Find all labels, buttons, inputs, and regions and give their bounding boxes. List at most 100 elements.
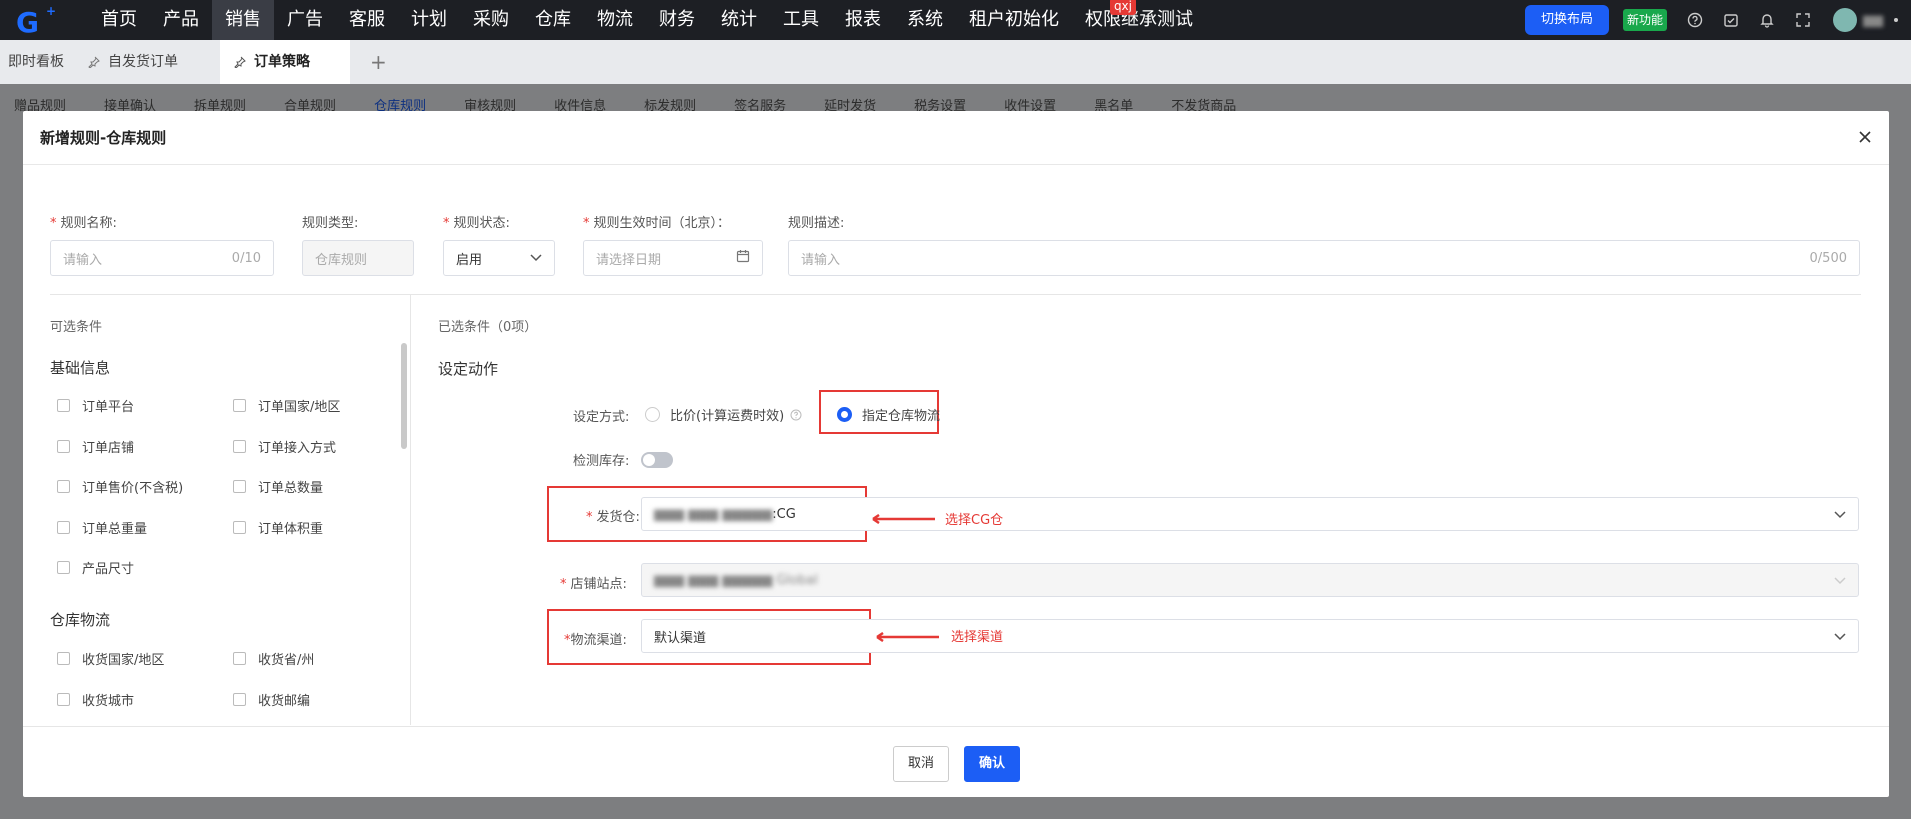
main-menu: 首页 产品 销售 广告 客服 计划 采购 仓库 物流 财务 统计 工具 报表 系统 租户初始化 权限继承测试 q…	[88, 0, 1206, 40]
rule-type-value: 仓库规则	[315, 252, 368, 268]
rule-type-input: 仓库规则	[302, 240, 414, 276]
left-panel-scrollbar[interactable]	[401, 343, 407, 449]
rule-time-label: * 规则生效时间（北京）：	[583, 216, 731, 231]
condition-checkbox[interactable]: 订单总数量	[233, 477, 323, 496]
condition-checkbox[interactable]: 订单售价(不含税)	[57, 477, 183, 496]
condition-checkbox[interactable]: 产品尺寸	[57, 558, 134, 577]
menu-item[interactable]: 系统	[894, 0, 956, 40]
checkbox-box[interactable]	[57, 399, 70, 412]
checkbox-box[interactable]	[233, 520, 246, 534]
condition-checkbox[interactable]: 订单国家/地区	[233, 396, 340, 415]
checkbox-box[interactable]	[233, 652, 246, 665]
condition-checkbox[interactable]: 收货城市	[57, 690, 134, 709]
rule-name-counter: 0/10	[231, 250, 261, 266]
fullscreen-icon[interactable]	[1794, 11, 1812, 29]
user-avatar[interactable]	[1833, 8, 1857, 32]
mode-option-compare[interactable]: 比价(计算运费时效)	[645, 405, 802, 424]
tab-label: 自发货订单	[108, 54, 178, 70]
condition-checkbox[interactable]: 收货省/州	[233, 649, 314, 668]
warehouse-label: * 发货仓:	[586, 510, 640, 525]
menu-item[interactable]: 租户初始化	[956, 0, 1072, 40]
checkbox-box[interactable]	[57, 520, 70, 534]
condition-checkbox[interactable]: 订单总重量	[57, 518, 147, 537]
rule-desc-input[interactable]: 请输入 0/500	[788, 240, 1860, 276]
add-tab-button[interactable]: +	[350, 40, 407, 84]
arrow-left-icon	[876, 632, 939, 642]
condition-checkbox[interactable]: 订单体积重	[233, 518, 323, 537]
chevron-down-icon	[1834, 508, 1846, 523]
menu-item[interactable]: 产品	[150, 0, 212, 40]
rule-name-input[interactable]: 请输入 0/10	[50, 240, 274, 276]
pin-icon[interactable]	[88, 56, 100, 68]
mode-option-specify[interactable]: 指定仓库物流	[837, 405, 940, 424]
tab-label: 订单策略	[254, 54, 310, 70]
tab-order-strategy[interactable]: 订单策略	[220, 40, 350, 84]
logo-letter: G	[16, 6, 39, 39]
task-check-icon[interactable]	[1722, 11, 1740, 29]
menu-item[interactable]: 物流	[584, 0, 646, 40]
user-name[interactable]: ▆▆	[1863, 13, 1883, 28]
menu-item[interactable]: 报表	[832, 0, 894, 40]
menu-item[interactable]: 广告	[274, 0, 336, 40]
app-logo[interactable]: G +	[12, 0, 68, 40]
tab-dashboard[interactable]: 即时看板	[0, 40, 78, 84]
rule-status-value: 启用	[456, 252, 483, 268]
condition-label: 收货城市	[82, 693, 135, 709]
help-circle-icon[interactable]	[1686, 11, 1704, 29]
rule-name-placeholder: 请输入	[63, 252, 103, 268]
rule-status-label: * 规则状态:	[443, 216, 510, 231]
condition-checkbox[interactable]: 订单店铺	[57, 437, 134, 456]
menu-item[interactable]: 仓库	[522, 0, 584, 40]
checkbox-box[interactable]	[57, 439, 70, 453]
rule-status-select[interactable]: 启用	[443, 240, 555, 276]
menu-item[interactable]: 工具	[770, 0, 832, 40]
checkbox-box[interactable]	[233, 439, 246, 453]
warehouse-select[interactable]: ▆▆▆ ▆▆▆ ▆▆▆▆▆ :CG	[641, 497, 1859, 531]
checkbox-box[interactable]	[233, 692, 246, 706]
question-icon[interactable]	[790, 409, 802, 421]
menu-item[interactable]: 计划	[398, 0, 460, 40]
user-menu-icon[interactable]	[1887, 11, 1905, 29]
condition-checkbox[interactable]: 订单平台	[57, 396, 134, 415]
pin-icon[interactable]	[234, 56, 246, 68]
navbar-right: 切换布局 新功能 ▆▆	[1524, 0, 1911, 40]
switch-layout-button[interactable]: 切换布局	[1524, 5, 1609, 35]
calendar-icon	[736, 249, 750, 267]
store-site-select: ▆▆▆ ▆▆▆ ▆▆▆▆▆ Global	[641, 563, 1859, 597]
page-tabs-bar: 即时看板 自发货订单 订单策略 +	[0, 40, 1911, 84]
checkbox-box[interactable]	[57, 692, 70, 706]
checkbox-box[interactable]	[57, 480, 70, 493]
stock-check-label: 检测库存:	[573, 454, 630, 469]
condition-label: 订单国家/地区	[258, 400, 341, 415]
menu-item[interactable]: 财务	[646, 0, 708, 40]
set-action-title: 设定动作	[438, 360, 499, 378]
close-icon[interactable]	[1856, 128, 1874, 146]
stock-check-toggle[interactable]	[641, 452, 673, 468]
checkbox-box[interactable]	[57, 561, 70, 574]
checkbox-box[interactable]	[233, 399, 246, 412]
rule-desc-label: 规则描述:	[788, 216, 845, 231]
condition-checkbox[interactable]: 收货国家/地区	[57, 649, 164, 668]
menu-item[interactable]: 销售	[212, 0, 274, 40]
radio-specify[interactable]	[837, 407, 852, 422]
condition-checkbox[interactable]: 订单接入方式	[233, 437, 336, 456]
checkbox-box[interactable]	[57, 652, 70, 665]
bell-icon[interactable]	[1758, 11, 1776, 29]
channel-select[interactable]: 默认渠道	[641, 619, 1859, 653]
menu-item[interactable]: 首页	[88, 0, 150, 40]
channel-value: 默认渠道	[654, 630, 707, 646]
checkbox-box[interactable]	[233, 480, 246, 493]
menu-item[interactable]: 采购	[460, 0, 522, 40]
new-feature-badge[interactable]: 新功能	[1622, 9, 1667, 31]
radio-compare[interactable]	[645, 407, 660, 422]
rule-time-picker[interactable]: 请选择日期	[583, 240, 763, 276]
menu-item[interactable]: 权限继承测试 qxj	[1072, 0, 1206, 40]
tab-self-ship-orders[interactable]: 自发货订单	[78, 40, 220, 84]
optional-conditions-title: 可选条件	[50, 320, 103, 335]
menu-item[interactable]: 客服	[336, 0, 398, 40]
rule-name-label: * 规则名称:	[50, 216, 117, 231]
condition-checkbox[interactable]: 收货邮编	[233, 690, 310, 709]
menu-item[interactable]: 统计	[708, 0, 770, 40]
cancel-button[interactable]: 取消	[893, 746, 950, 782]
confirm-button[interactable]: 确认	[964, 746, 1021, 782]
